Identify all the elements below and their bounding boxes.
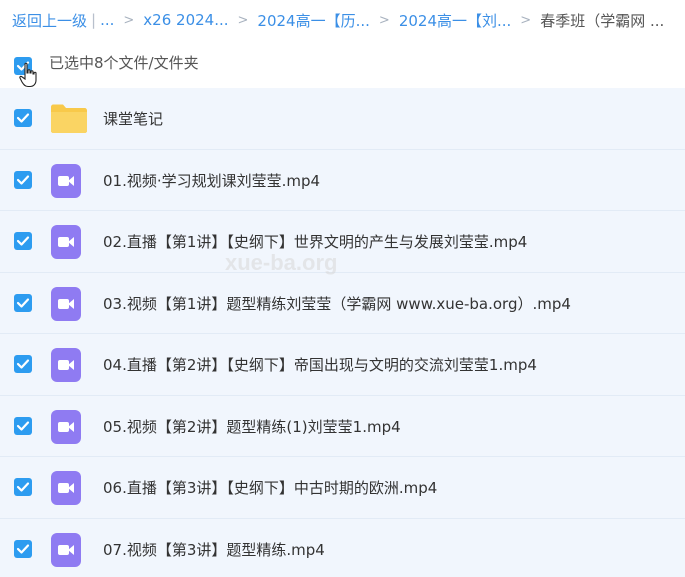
check-icon <box>16 113 30 123</box>
list-item[interactable]: 02.直播【第1讲】【史纲下】世界文明的产生与发展刘莹莹.mp4 <box>0 211 685 273</box>
chevron-right-icon: > <box>123 12 135 28</box>
file-name[interactable]: 03.视频【第1讲】题型精练刘莹莹（学霸网 www.xue-ba.org）.mp… <box>103 293 571 314</box>
video-file-icon <box>51 163 81 198</box>
list-item[interactable]: 03.视频【第1讲】题型精练刘莹莹（学霸网 www.xue-ba.org）.mp… <box>0 272 685 334</box>
list-item[interactable]: 06.直播【第3讲】【史纲下】中古时期的欧洲.mp4 <box>0 457 685 519</box>
row-checkbox[interactable] <box>14 170 32 189</box>
check-icon <box>16 482 30 492</box>
back-link[interactable]: 返回上一级 <box>12 10 87 31</box>
folder-icon <box>51 104 87 133</box>
chevron-right-icon: > <box>520 12 532 28</box>
breadcrumb-ellipsis[interactable]: ... <box>100 11 114 29</box>
breadcrumb-item[interactable]: x26 2024... <box>143 11 228 29</box>
row-checkbox[interactable] <box>14 293 32 312</box>
video-file-icon <box>51 471 81 505</box>
chevron-right-icon: > <box>378 12 390 28</box>
check-icon <box>16 174 30 185</box>
row-checkbox[interactable] <box>14 232 32 250</box>
breadcrumb-item[interactable]: 2024高一【历... <box>257 10 369 31</box>
breadcrumb-item[interactable]: 2024高一【刘... <box>399 10 511 31</box>
row-checkbox[interactable] <box>14 478 32 496</box>
row-checkbox[interactable] <box>14 416 32 435</box>
file-name[interactable]: 07.视频【第3讲】题型精练.mp4 <box>103 539 325 560</box>
breadcrumb-current: 春季班（学霸网 ... <box>540 11 665 30</box>
list-item[interactable]: 05.视频【第2讲】题型精练(1)刘莹莹1.mp4 <box>0 395 685 457</box>
video-file-icon <box>51 286 81 321</box>
file-name[interactable]: 06.直播【第3讲】【史纲下】中古时期的欧洲.mp4 <box>103 477 437 498</box>
check-icon <box>16 420 30 431</box>
list-item[interactable]: 课堂笔记 <box>0 88 685 150</box>
video-file-icon <box>51 348 81 382</box>
list-item[interactable]: 04.直播【第2讲】【史纲下】帝国出现与文明的交流刘莹莹1.mp4 <box>0 334 685 396</box>
selection-count-text: 已选中8个文件/文件夹 <box>49 54 199 72</box>
divider: | <box>91 11 97 29</box>
row-checkbox[interactable] <box>14 355 32 373</box>
selection-bar: 已选中8个文件/文件夹 <box>0 44 685 84</box>
row-checkbox[interactable] <box>14 109 32 127</box>
file-name[interactable]: 课堂笔记 <box>103 108 163 129</box>
file-name[interactable]: 04.直播【第2讲】【史纲下】帝国出现与文明的交流刘莹莹1.mp4 <box>103 354 537 375</box>
file-list: 课堂笔记 01.视频·学习规划课刘莹莹.mp4 02.直播【第1讲】【史纲下】世… <box>0 88 685 577</box>
video-file-icon <box>51 532 81 567</box>
list-item[interactable]: 07.视频【第3讲】题型精练.mp4 <box>0 518 685 577</box>
check-icon <box>16 236 30 246</box>
breadcrumb: 返回上一级 | ... > x26 2024... > 2024高一【历... … <box>12 8 680 32</box>
video-file-icon <box>51 409 81 444</box>
row-checkbox[interactable] <box>14 539 32 558</box>
check-icon <box>16 297 30 308</box>
file-name[interactable]: 05.视频【第2讲】题型精练(1)刘莹莹1.mp4 <box>103 416 401 437</box>
chevron-right-icon: > <box>237 12 249 28</box>
check-icon <box>16 359 30 369</box>
file-name[interactable]: 02.直播【第1讲】【史纲下】世界文明的产生与发展刘莹莹.mp4 <box>103 231 527 252</box>
check-icon <box>16 543 30 554</box>
file-name[interactable]: 01.视频·学习规划课刘莹莹.mp4 <box>103 170 320 191</box>
list-item[interactable]: 01.视频·学习规划课刘莹莹.mp4 <box>0 149 685 211</box>
hand-cursor-icon <box>19 62 37 88</box>
video-file-icon <box>51 225 81 259</box>
